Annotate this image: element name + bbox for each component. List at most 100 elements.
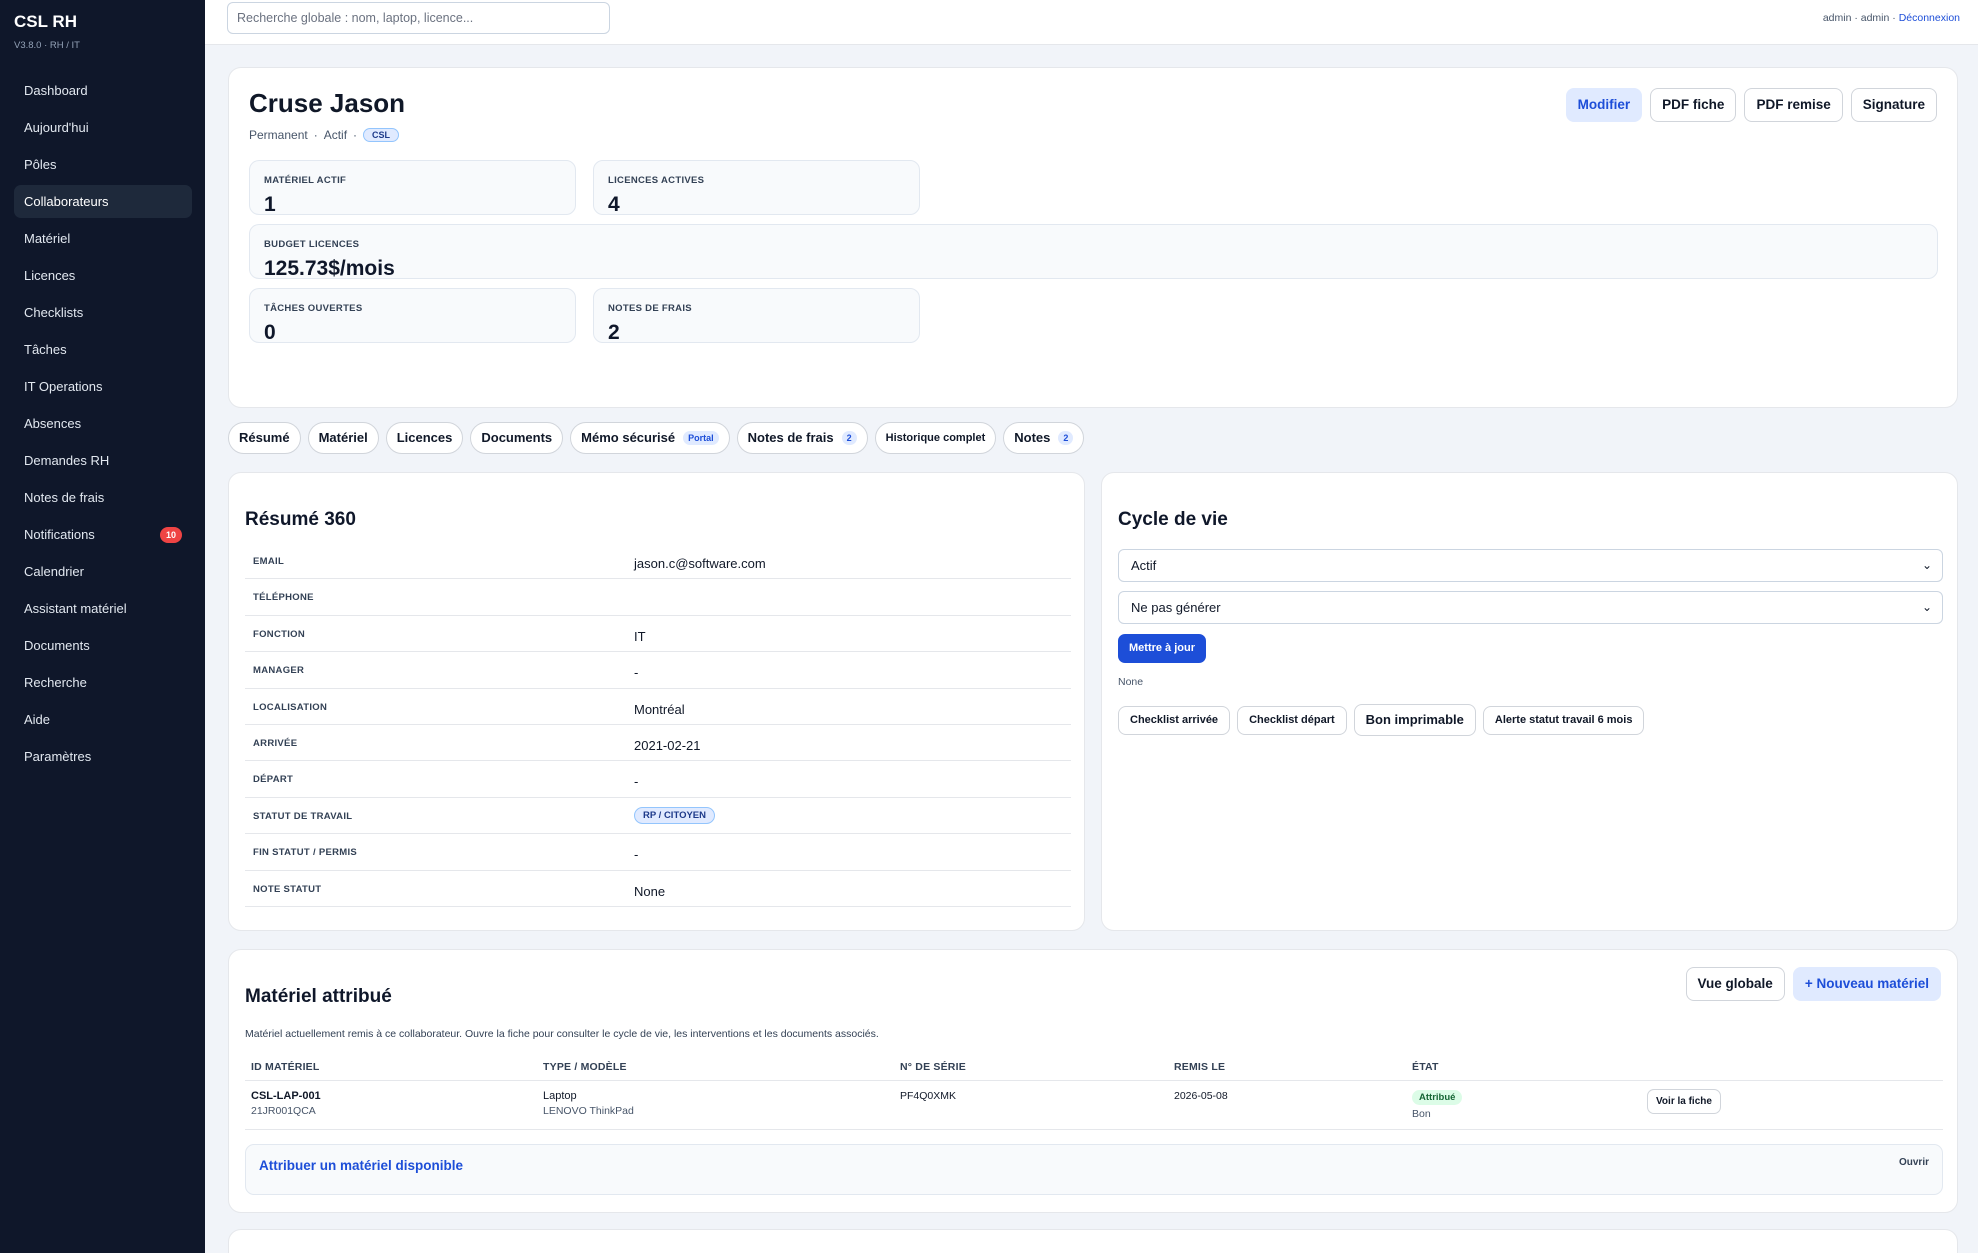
stat-value: 125.73$/mois	[264, 257, 395, 280]
sidebar-item-notifications[interactable]: Notifications 10	[14, 518, 192, 551]
sidebar-item-dashboard[interactable]: Dashboard	[14, 74, 192, 107]
tab-licences[interactable]: Licences	[385, 422, 464, 454]
summary-row-phone: TÉLÉPHONE	[245, 579, 1071, 616]
profile-card: Cruse Jason Permanent · Actif · CSL Modi…	[228, 67, 1958, 408]
field-label: STATUT DE TRAVAIL	[253, 810, 353, 822]
sidebar-item-expenses[interactable]: Notes de frais	[14, 481, 192, 514]
sidebar-item-poles[interactable]: Pôles	[14, 148, 192, 181]
field-label: FONCTION	[253, 628, 306, 640]
sidebar-item-search[interactable]: Recherche	[14, 666, 192, 699]
meta-separator: ·	[313, 128, 318, 142]
field-value: -	[634, 847, 639, 863]
lifecycle-note: None	[1118, 676, 1144, 688]
sidebar-nav: Dashboard Aujourd'hui Pôles Collaborateu…	[14, 74, 192, 777]
sidebar: CSL RH V3.8.0 · RH / IT Dashboard Aujour…	[0, 0, 205, 1253]
select-value: Ne pas générer	[1131, 600, 1221, 615]
new-material-button[interactable]: + Nouveau matériel	[1792, 967, 1941, 1001]
pdf-sheet-button[interactable]: PDF fiche	[1650, 88, 1737, 122]
open-button[interactable]: Ouvrir	[1899, 1157, 1929, 1168]
material-type: Laptop	[543, 1090, 577, 1102]
material-type-cell: Laptop LENOVO ThinkPad	[543, 1090, 634, 1117]
field-value: -	[634, 774, 639, 790]
lifecycle-actions: Checklist arrivée Checklist départ Bon i…	[1118, 704, 1645, 736]
sidebar-item-today[interactable]: Aujourd'hui	[14, 111, 192, 144]
topbar: admin · admin · Déconnexion	[205, 0, 1978, 45]
departure-checklist-button[interactable]: Checklist départ	[1237, 705, 1347, 735]
edit-button[interactable]: Modifier	[1565, 88, 1643, 122]
view-sheet-button[interactable]: Voir la fiche	[1647, 1089, 1721, 1114]
sidebar-item-help[interactable]: Aide	[14, 703, 192, 736]
lifecycle-state-select[interactable]: Actif ⌄	[1118, 549, 1943, 582]
stat-label: TÂCHES OUVERTES	[264, 303, 363, 314]
work-status-alert-button[interactable]: Alerte statut travail 6 mois	[1482, 705, 1645, 735]
arrival-checklist-button[interactable]: Checklist arrivée	[1118, 705, 1231, 735]
page-title: Cruse Jason	[249, 88, 406, 118]
sidebar-item-licences[interactable]: Licences	[14, 259, 192, 292]
tab-label: Mémo sécurisé	[581, 430, 676, 445]
stat-value: 1	[264, 193, 276, 216]
app-version: V3.8.0 · RH / IT	[14, 40, 80, 51]
sidebar-item-calendar[interactable]: Calendrier	[14, 555, 192, 588]
field-label: LOCALISATION	[253, 701, 328, 713]
chevron-down-icon: ⌄	[1921, 600, 1932, 614]
stat-active-licences: LICENCES ACTIVES 4	[593, 160, 920, 216]
logout-link[interactable]: Déconnexion	[1899, 12, 1960, 24]
sidebar-item-settings[interactable]: Paramètres	[14, 740, 192, 773]
summary-row-arrival: ARRIVÉE 2021-02-21	[245, 725, 1071, 762]
tab-label: Notes	[1014, 430, 1051, 445]
sidebar-item-hr-requests[interactable]: Demandes RH	[14, 444, 192, 477]
contract-type: Permanent	[249, 128, 308, 142]
sidebar-item-absences[interactable]: Absences	[14, 407, 192, 440]
stat-value: 0	[264, 321, 276, 344]
sidebar-item-material-assistant[interactable]: Assistant matériel	[14, 592, 192, 625]
field-value: None	[634, 883, 666, 899]
field-value: Montréal	[634, 701, 685, 717]
global-search-input[interactable]	[227, 2, 610, 34]
stat-value: 4	[608, 193, 620, 216]
sidebar-item-it-operations[interactable]: IT Operations	[14, 370, 192, 403]
tab-expense-notes[interactable]: Notes de frais 2	[736, 422, 868, 454]
global-view-button[interactable]: Vue globale	[1685, 967, 1785, 1001]
tab-notes[interactable]: Notes 2	[1003, 422, 1085, 454]
tab-material[interactable]: Matériel	[307, 422, 379, 454]
tab-label: Notes de frais	[747, 430, 834, 445]
printable-voucher-button[interactable]: Bon imprimable	[1353, 704, 1476, 736]
select-value: Actif	[1131, 558, 1157, 573]
tab-documents[interactable]: Documents	[470, 422, 564, 454]
tab-resume[interactable]: Résumé	[228, 422, 301, 454]
tab-secure-memo[interactable]: Mémo sécurisé Portal	[570, 422, 730, 454]
material-id: CSL-LAP-001	[251, 1090, 321, 1102]
field-value: jason.c@software.com	[634, 556, 766, 571]
sidebar-item-tasks[interactable]: Tâches	[14, 333, 192, 366]
material-date: 2026-05-08	[1174, 1090, 1228, 1102]
field-label: EMAIL	[253, 556, 285, 567]
summary-row-function: FONCTION IT	[245, 616, 1071, 653]
sidebar-item-material[interactable]: Matériel	[14, 222, 192, 255]
field-label: TÉLÉPHONE	[253, 592, 314, 604]
field-value: -	[634, 665, 639, 681]
signature-button[interactable]: Signature	[1850, 88, 1937, 122]
next-section-card	[228, 1229, 1958, 1253]
summary-row-departure: DÉPART -	[245, 761, 1071, 798]
sidebar-item-checklists[interactable]: Checklists	[14, 296, 192, 329]
update-button[interactable]: Mettre à jour	[1118, 634, 1207, 663]
pdf-handover-button[interactable]: PDF remise	[1744, 88, 1843, 122]
summary-card: Résumé 360 EMAIL jason.c@software.com TÉ…	[228, 472, 1085, 931]
summary-row-work-status: STATUT DE TRAVAIL RP / CITOYEN	[245, 798, 1071, 835]
tab-full-history[interactable]: Historique complet	[874, 422, 997, 454]
checklist-generation-select[interactable]: Ne pas générer ⌄	[1118, 591, 1943, 624]
field-value: IT	[634, 628, 646, 644]
stat-value: 2	[608, 321, 620, 344]
count-badge: 2	[841, 431, 857, 445]
employment-status: Actif	[323, 128, 348, 142]
assign-material-link[interactable]: Attribuer un matériel disponible	[259, 1158, 463, 1173]
material-model: LENOVO ThinkPad	[543, 1105, 634, 1117]
stat-active-material: MATÉRIEL ACTIF 1	[249, 160, 576, 216]
sidebar-item-documents[interactable]: Documents	[14, 629, 192, 662]
sidebar-item-collaborators[interactable]: Collaborateurs	[14, 185, 192, 218]
material-subtitle: Matériel actuellement remis à ce collabo…	[245, 1028, 879, 1040]
stat-licence-budget: BUDGET LICENCES 125.73$/mois	[249, 224, 1938, 280]
assign-material-panel[interactable]: Attribuer un matériel disponible Ouvrir	[245, 1144, 1943, 1195]
stat-expense-notes: NOTES DE FRAIS 2	[593, 288, 920, 344]
summary-row-manager: MANAGER -	[245, 652, 1071, 689]
